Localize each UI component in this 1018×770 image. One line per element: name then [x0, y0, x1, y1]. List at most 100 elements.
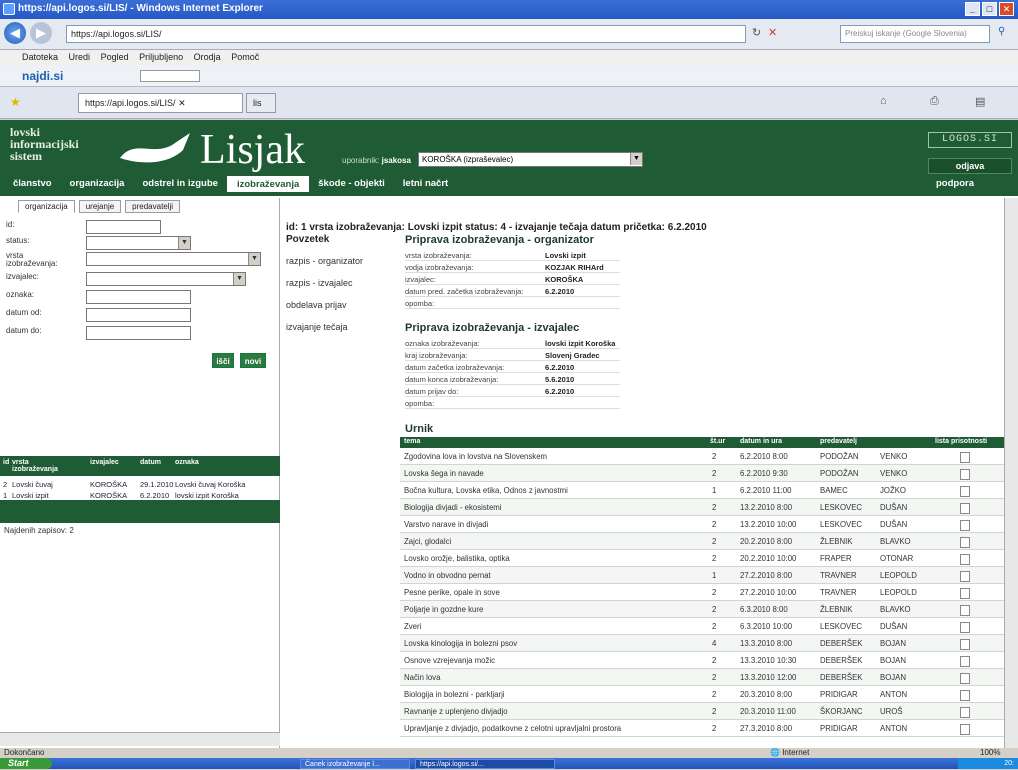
- schedule-row[interactable]: Biologija in bolezni - parkljarji 2 20.3.2…: [400, 686, 1008, 703]
- favorites-star-icon[interactable]: ★: [10, 95, 21, 109]
- menu-edit[interactable]: Uredi: [69, 52, 91, 62]
- id-input[interactable]: [86, 220, 161, 234]
- schedule-row[interactable]: Upravljanje z divjadjo, podatkovne z cel…: [400, 720, 1008, 737]
- stop-icon[interactable]: ✕: [768, 26, 777, 39]
- logout-button[interactable]: odjava: [928, 158, 1012, 174]
- toolbar-brand[interactable]: najdi.si: [22, 69, 63, 83]
- org-section-title: Priprava izobraževanja - organizator: [405, 234, 594, 246]
- date-from-input[interactable]: [86, 308, 191, 322]
- menu-help[interactable]: Pomoč: [231, 52, 259, 62]
- taskbar-item-1[interactable]: Čanek izobraževanje l...: [300, 759, 410, 769]
- schedule-row[interactable]: Varstvo narave in divjadi 2 13.2.2010 10:0…: [400, 516, 1008, 533]
- attendance-list-icon[interactable]: [960, 639, 970, 650]
- attendance-list-icon[interactable]: [960, 469, 970, 480]
- result-row-selected[interactable]: [0, 500, 280, 511]
- search-button[interactable]: išči: [212, 353, 234, 368]
- browser-tab-2[interactable]: lis: [246, 93, 276, 113]
- refresh-icon[interactable]: ↻: [752, 26, 761, 39]
- attendance-list-icon[interactable]: [960, 690, 970, 701]
- attendance-list-icon[interactable]: [960, 520, 970, 531]
- nav-organization[interactable]: organizacija: [61, 176, 134, 192]
- new-button[interactable]: novi: [240, 353, 266, 368]
- start-button[interactable]: Start: [0, 758, 52, 769]
- nav-annual-plan[interactable]: letni načrt: [394, 176, 457, 192]
- attendance-list-icon[interactable]: [960, 452, 970, 463]
- vertical-scrollbar[interactable]: [1004, 198, 1018, 748]
- back-arrow-icon[interactable]: ◀: [4, 22, 26, 44]
- attendance-list-icon[interactable]: [960, 673, 970, 684]
- schedule-cell: 27.2.2010 8:00: [740, 571, 793, 580]
- schedule-row[interactable]: Zgodovina lova in lovstva na Slovenskem 2…: [400, 448, 1008, 465]
- status-select[interactable]: ▼: [86, 236, 191, 250]
- link-applications[interactable]: obdelava prijav: [286, 300, 347, 310]
- menu-tools[interactable]: Orodja: [194, 52, 221, 62]
- support-link[interactable]: podpora: [936, 178, 974, 189]
- tab-editing[interactable]: urejanje: [78, 200, 122, 213]
- nav-membership[interactable]: članstvo: [4, 176, 61, 192]
- toolbar-search-input[interactable]: [140, 70, 200, 82]
- zoom-level[interactable]: 100%: [980, 748, 1000, 758]
- attendance-list-icon[interactable]: [960, 554, 970, 565]
- menu-view[interactable]: Pogled: [101, 52, 129, 62]
- home-icon[interactable]: ⌂: [880, 95, 887, 107]
- executor-select[interactable]: ▼: [86, 272, 246, 286]
- schedule-row[interactable]: Ravnanje z uplenjeno divjadjo 2 20.3.2010 …: [400, 703, 1008, 720]
- schedule-row[interactable]: Lovska kinologija in bolezni psov 4 13.3.2…: [400, 635, 1008, 652]
- schedule-row[interactable]: Zveri 2 6.3.2010 10:00 LESKOVEC DUŠAN: [400, 618, 1008, 635]
- nav-education[interactable]: izobraževanja: [226, 176, 310, 192]
- browser-tab-active[interactable]: https://api.logos.si/LIS/ ✕: [78, 93, 243, 113]
- tab-organization[interactable]: organizacija: [18, 200, 75, 213]
- schedule-cell: 20.3.2010 11:00: [740, 707, 796, 716]
- search-icon[interactable]: ⚲: [998, 26, 1005, 37]
- menu-file[interactable]: Datoteka: [22, 52, 58, 62]
- attendance-list-icon[interactable]: [960, 571, 970, 582]
- attendance-list-icon[interactable]: [960, 605, 970, 616]
- schedule-row[interactable]: Bočna kultura, Lovska etika, Odnos z jav…: [400, 482, 1008, 499]
- tab-lecturers[interactable]: predavatelji: [125, 200, 181, 213]
- taskbar-item-2[interactable]: https://api.logos.si/...: [415, 759, 555, 769]
- header-divider: [0, 192, 1018, 196]
- nav-harvest[interactable]: odstrel in izgube: [133, 176, 226, 192]
- organization-select[interactable]: KOROŠKA (izpraševalec) ▼: [418, 152, 643, 167]
- print-icon[interactable]: ⎙: [930, 95, 939, 108]
- close-button[interactable]: ✕: [999, 2, 1014, 16]
- schedule-row[interactable]: Lovsko orožje, balistika, optika 2 20.2.20…: [400, 550, 1008, 567]
- link-course[interactable]: izvajanje tečaja: [286, 322, 348, 332]
- schedule-row[interactable]: Biologija divjadi - ekosistemi 2 13.2.2010…: [400, 499, 1008, 516]
- result-row[interactable]: 2 Lovski čuvaj KOROŠKA 29.1.2010 Lovski čuva…: [0, 479, 280, 490]
- url-input[interactable]: https://api.logos.si/LIS/: [66, 25, 746, 43]
- type-select[interactable]: ▼: [86, 252, 261, 266]
- schedule-row[interactable]: Način lova 2 13.3.2010 12:00 DEBERŠEK BOJAN: [400, 669, 1008, 686]
- maximize-button[interactable]: □: [982, 2, 997, 16]
- attendance-list-icon[interactable]: [960, 486, 970, 497]
- ie-icon: [3, 3, 15, 15]
- schedule-row[interactable]: Pesne perike, opale in sove 2 27.2.2010 10…: [400, 584, 1008, 601]
- search-input[interactable]: Preiskuj iskanje (Google Slovenia): [840, 25, 990, 43]
- attendance-list-icon[interactable]: [960, 503, 970, 514]
- schedule-row[interactable]: Poljarje in gozdne kure 2 6.3.2010 8:00 ŽLE…: [400, 601, 1008, 618]
- menu-favorites[interactable]: Priljubljeno: [139, 52, 183, 62]
- attendance-list-icon[interactable]: [960, 707, 970, 718]
- minimize-button[interactable]: _: [965, 2, 980, 16]
- attendance-list-icon[interactable]: [960, 656, 970, 667]
- page-menu-icon[interactable]: ▤: [975, 95, 985, 108]
- schedule-row[interactable]: Lovska šega in navade 2 6.2.2010 9:30 PODOŽ…: [400, 465, 1008, 482]
- schedule-row[interactable]: Osnove vzrejevanja možic 2 13.3.2010 10:30…: [400, 652, 1008, 669]
- schedule-row[interactable]: Zajci, glodalci 2 20.2.2010 8:00 ŽLEBNIK BLA…: [400, 533, 1008, 550]
- horizontal-scrollbar[interactable]: [0, 732, 280, 746]
- link-org-call[interactable]: razpis - organizator: [286, 256, 363, 266]
- cell: lovski izpit Koroška: [175, 491, 239, 500]
- link-exec-call[interactable]: razpis - izvajalec: [286, 278, 353, 288]
- label-input[interactable]: [86, 290, 191, 304]
- forward-arrow-icon[interactable]: ▶: [30, 22, 52, 44]
- date-to-input[interactable]: [86, 326, 191, 340]
- attendance-list-icon[interactable]: [960, 724, 970, 735]
- nav-damages[interactable]: škode - objekti: [309, 176, 394, 192]
- col-topic: tema: [404, 438, 421, 445]
- attendance-list-icon[interactable]: [960, 622, 970, 633]
- schedule-cell: 2: [712, 605, 717, 614]
- kv-value: KOZJAK RIHArd: [545, 263, 604, 272]
- attendance-list-icon[interactable]: [960, 588, 970, 599]
- attendance-list-icon[interactable]: [960, 537, 970, 548]
- schedule-row[interactable]: Vodno in obvodno pernat 1 27.2.2010 8:00 TR…: [400, 567, 1008, 584]
